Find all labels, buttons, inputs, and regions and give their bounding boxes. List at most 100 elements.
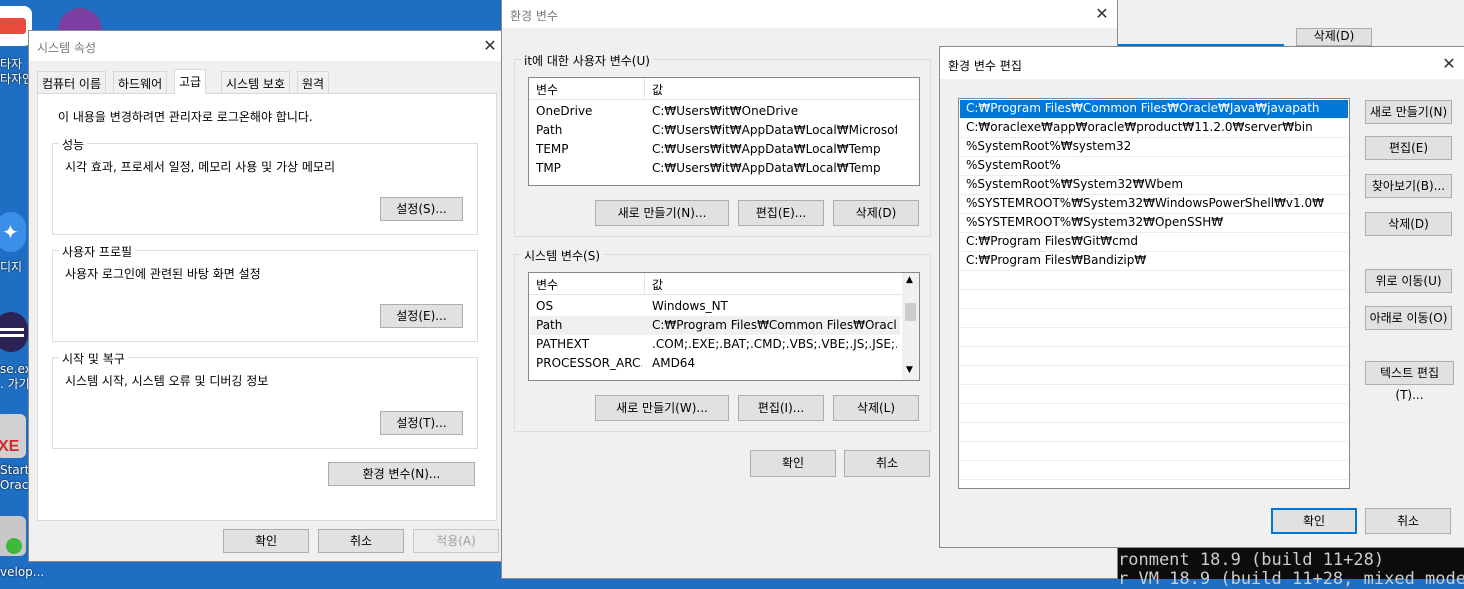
empty-list-row[interactable]	[960, 442, 1348, 461]
browse-button[interactable]: 찾아보기(B)...	[1365, 174, 1452, 198]
list-item[interactable]: %SystemRoot%₩System32₩Wbem	[960, 176, 1348, 195]
vertical-scrollbar[interactable]: ▲ ▼	[902, 273, 919, 380]
user-profile-desc: 사용자 로그인에 관련된 바탕 화면 설정	[65, 267, 261, 281]
dialog-title: 시스템 속성	[37, 41, 97, 55]
eclipse-icon[interactable]	[0, 312, 28, 352]
list-item[interactable]: %SYSTEMROOT%₩System32₩WindowsPowerShell₩…	[960, 195, 1348, 214]
table-row[interactable]: OneDrive C:₩Users₩it₩OneDrive	[530, 102, 900, 121]
scroll-down-icon[interactable]: ▼	[906, 365, 913, 375]
text-edit-button[interactable]: 텍스트 편집(T)...	[1365, 361, 1454, 402]
tab-hardware[interactable]: 하드웨어	[113, 71, 168, 93]
performance-settings-button[interactable]: 설정(S)...	[380, 197, 463, 221]
path-entries-list[interactable]: C:₩Program Files₩Common Files₩Oracle₩Jav…	[958, 98, 1350, 489]
table-row[interactable]: Path C:₩Program Files₩Common Files₩Oracl…	[530, 316, 900, 335]
ok-button[interactable]: 확인	[1271, 508, 1357, 534]
system-edit-button[interactable]: 편집(I)...	[738, 395, 824, 421]
close-icon[interactable]: ✕	[482, 38, 498, 54]
performance-title: 성능	[59, 136, 88, 153]
title-bar: 환경 변수 ✕	[502, 0, 1117, 28]
new-entry-button[interactable]: 새로 만들기(N)	[1365, 100, 1452, 124]
empty-list-row[interactable]	[960, 461, 1348, 480]
system-new-button[interactable]: 새로 만들기(W)...	[595, 395, 729, 421]
table-row[interactable]: PATHEXT .COM;.EXE;.BAT;.CMD;.VBS;.VBE;.J…	[530, 335, 900, 354]
row-value: Windows_NT	[652, 299, 728, 313]
user-profile-settings-button[interactable]: 설정(E)...	[380, 304, 463, 328]
column-value[interactable]: 값	[652, 276, 663, 293]
cancel-button[interactable]: 취소	[318, 529, 404, 553]
column-variable[interactable]: 변수	[536, 276, 558, 293]
oracle-exe-icon[interactable]: XE	[0, 414, 26, 458]
cancel-button[interactable]: 취소	[844, 450, 930, 477]
edit-environment-variable-dialog: 환경 변수 편집 ✕ C:₩Program Files₩Common Files…	[939, 46, 1464, 548]
empty-list-row[interactable]	[960, 404, 1348, 423]
apply-button[interactable]: 적용(A)	[413, 529, 499, 553]
system-variables-list[interactable]: 변수 값 OS Windows_NT Path C:₩Program Files…	[528, 272, 920, 381]
column-variable[interactable]: 변수	[536, 81, 558, 98]
empty-list-row[interactable]	[960, 366, 1348, 385]
empty-list-row[interactable]	[960, 309, 1348, 328]
delete-entry-button[interactable]: 삭제(D)	[1365, 212, 1452, 236]
list-item[interactable]: C:₩Program Files₩Bandizip₩	[960, 252, 1348, 271]
row-variable: PROCESSOR_ARC...	[536, 356, 642, 370]
tab-system-protection[interactable]: 시스템 보호	[221, 71, 291, 93]
ok-button[interactable]: 확인	[750, 450, 836, 477]
user-profile-group: 사용자 프로필 사용자 로그인에 관련된 바탕 화면 설정 설정(E)...	[52, 243, 478, 342]
list-item[interactable]: C:₩Program Files₩Git₩cmd	[960, 233, 1348, 252]
scroll-thumb[interactable]	[905, 303, 916, 321]
user-new-button[interactable]: 새로 만들기(N)...	[595, 200, 729, 226]
empty-list-row[interactable]	[960, 271, 1348, 290]
list-item[interactable]: C:₩oraclexe₩app₩oracle₩product₩11.2.0₩se…	[960, 119, 1348, 138]
scroll-up-icon[interactable]: ▲	[906, 275, 913, 285]
cancel-button[interactable]: 취소	[1365, 508, 1451, 534]
row-variable: Path	[536, 123, 563, 137]
close-icon[interactable]: ✕	[1094, 6, 1110, 22]
keyboard-practice-label: 타자	[0, 57, 23, 71]
environment-variables-button[interactable]: 환경 변수(N)...	[328, 462, 475, 486]
list-item[interactable]: %SystemRoot%₩system32	[960, 138, 1348, 157]
table-row[interactable]: OS Windows_NT	[530, 297, 900, 316]
empty-list-row[interactable]	[960, 347, 1348, 366]
edge-label: 디지	[0, 260, 23, 274]
row-value: C:₩Users₩it₩AppData₩Local₩Microsoft₩...	[652, 123, 897, 137]
title-bar: 환경 변수 편집 ✕	[940, 47, 1464, 79]
system-properties-dialog: 시스템 속성 ✕ 컴퓨터 이름 하드웨어 고급 시스템 보호 원격 이 내용을 …	[28, 30, 506, 562]
empty-list-row[interactable]	[960, 290, 1348, 309]
table-row[interactable]: Path C:₩Users₩it₩AppData₩Local₩Microsoft…	[530, 121, 900, 140]
startup-recovery-settings-button[interactable]: 설정(T)...	[380, 411, 463, 435]
close-icon[interactable]: ✕	[1441, 56, 1457, 72]
table-row[interactable]: TEMP C:₩Users₩it₩AppData₩Local₩Temp	[530, 140, 900, 159]
table-row[interactable]: TMP C:₩Users₩it₩AppData₩Local₩Temp	[530, 159, 900, 178]
developer-icon[interactable]	[0, 516, 26, 556]
tab-computer-name[interactable]: 컴퓨터 이름	[37, 71, 107, 93]
empty-list-row[interactable]	[960, 385, 1348, 404]
console-window: ronment 18.9 (build 11+28) r VM 18.9 (bu…	[1116, 547, 1464, 589]
ok-button[interactable]: 확인	[223, 529, 309, 553]
list-item[interactable]: %SystemRoot%	[960, 157, 1348, 176]
system-delete-button[interactable]: 삭제(L)	[833, 395, 919, 421]
background-window: 삭제(D)	[1116, 0, 1464, 50]
startup-recovery-title: 시작 및 복구	[59, 350, 128, 367]
move-down-button[interactable]: 아래로 이동(O)	[1365, 306, 1452, 330]
tab-remote[interactable]: 원격	[297, 71, 330, 93]
edit-entry-button[interactable]: 편집(E)	[1365, 136, 1452, 160]
tab-advanced[interactable]: 고급	[174, 69, 207, 94]
move-up-button[interactable]: 위로 이동(U)	[1365, 269, 1452, 293]
row-value: C:₩Users₩it₩AppData₩Local₩Temp	[652, 161, 881, 175]
row-variable: TMP	[536, 161, 561, 175]
background-delete-button[interactable]: 삭제(D)	[1296, 28, 1372, 46]
user-delete-button[interactable]: 삭제(D)	[833, 200, 919, 226]
user-variables-list[interactable]: 변수 값 OneDrive C:₩Users₩it₩OneDrive Path …	[528, 77, 920, 186]
table-row[interactable]: PROCESSOR_ARC... AMD64	[530, 354, 900, 373]
system-variables-group: 시스템 변수(S) 변수 값 OS Windows_NT Path C:₩Pro…	[514, 247, 931, 432]
row-value: C:₩Program Files₩Common Files₩Oracle₩...	[652, 318, 897, 332]
user-edit-button[interactable]: 편집(E)...	[738, 200, 824, 226]
empty-list-row[interactable]	[960, 328, 1348, 347]
list-item[interactable]: C:₩Program Files₩Common Files₩Oracle₩Jav…	[960, 100, 1348, 119]
list-item[interactable]: %SYSTEMROOT%₩System32₩OpenSSH₩	[960, 214, 1348, 233]
list-header: 변수 값	[529, 273, 902, 295]
dialog-title: 환경 변수	[510, 9, 558, 23]
edge-icon[interactable]: ✦	[0, 212, 26, 252]
column-value[interactable]: 값	[652, 81, 663, 98]
empty-list-row[interactable]	[960, 423, 1348, 442]
performance-desc: 시각 효과, 프로세서 일정, 메모리 사용 및 가상 메모리	[65, 160, 335, 174]
